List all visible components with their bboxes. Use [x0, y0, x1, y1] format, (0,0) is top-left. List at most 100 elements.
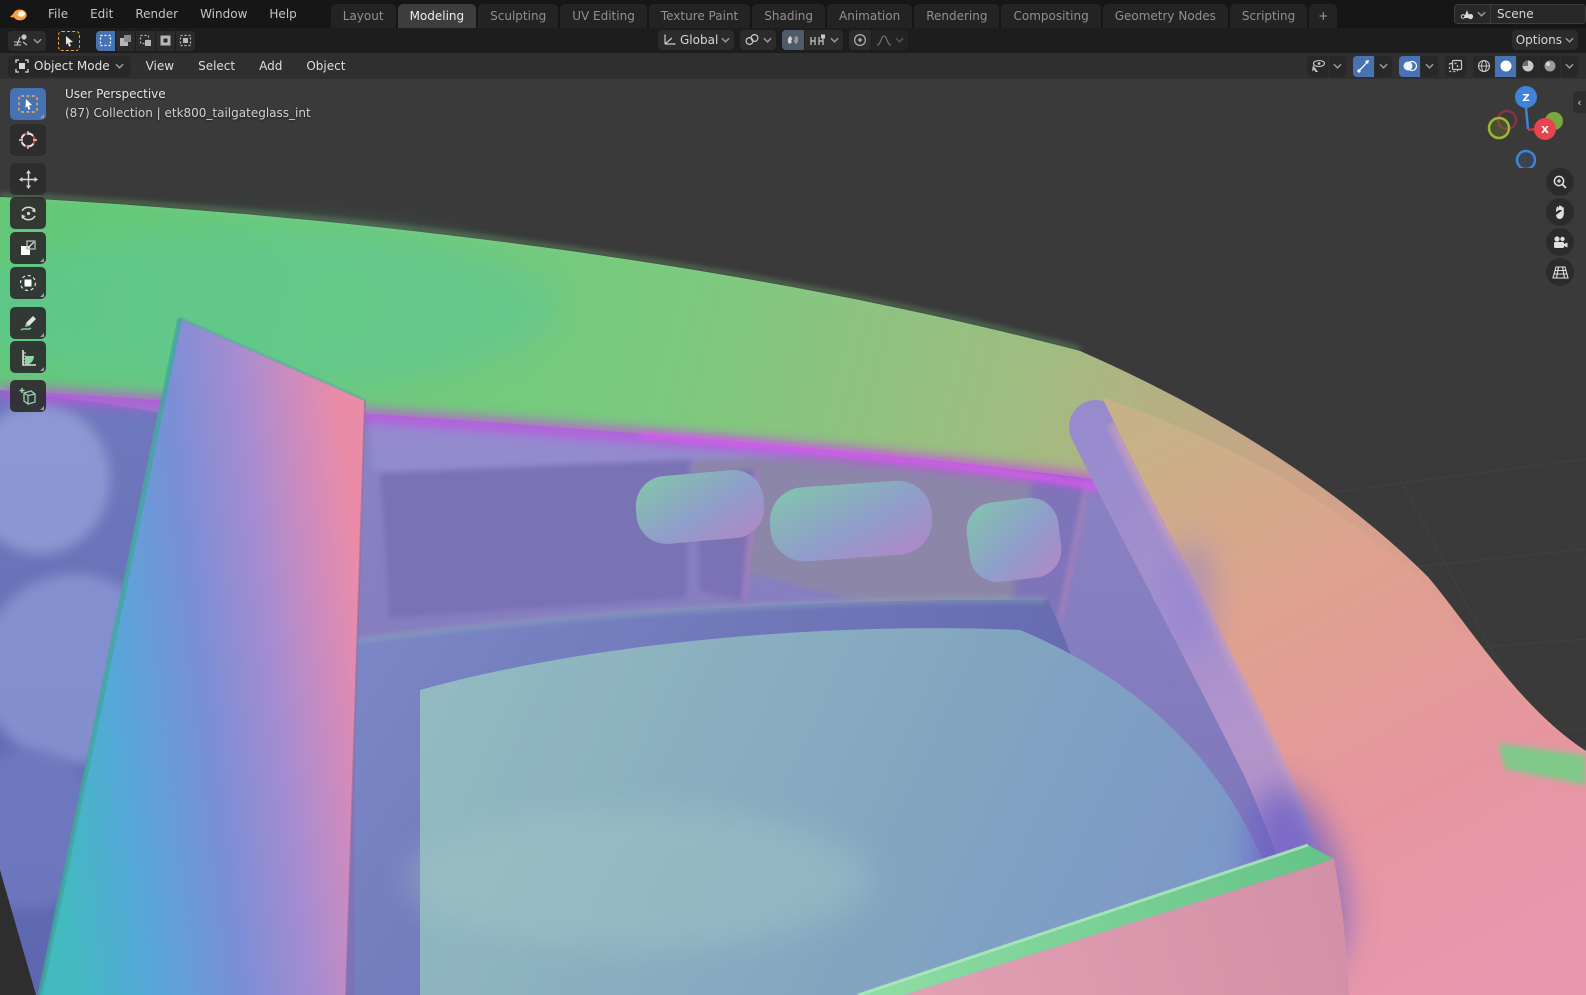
shading-solid-button[interactable] [1495, 55, 1516, 77]
select-mode-extend[interactable] [116, 30, 135, 51]
overlays-dropdown[interactable] [1421, 55, 1438, 77]
options-button[interactable]: Options [1511, 30, 1578, 50]
toggle-orthographic-button[interactable] [1546, 258, 1574, 286]
falloff-curve-icon [877, 34, 892, 46]
show-gizmos-toggle[interactable] [1353, 55, 1374, 77]
scene-name: Scene [1497, 7, 1534, 21]
add-workspace-button[interactable]: + [1309, 4, 1338, 28]
proportional-falloff-selector[interactable] [872, 30, 909, 50]
shading-dropdown[interactable] [1561, 55, 1578, 77]
view-perspective-label: User Perspective [65, 87, 166, 101]
pivot-point-selector[interactable] [740, 30, 777, 50]
tab-sculpting[interactable]: Sculpting [478, 4, 559, 28]
tab-uv-editing[interactable]: UV Editing [560, 4, 647, 28]
tool-annotate[interactable] [10, 307, 46, 339]
viewport-nav-buttons [1546, 168, 1574, 286]
gizmos-dropdown[interactable] [1375, 55, 1392, 77]
transform-orientation-selector[interactable]: Global [658, 30, 735, 50]
tool-scale[interactable] [10, 232, 46, 264]
tab-geometry-nodes[interactable]: Geometry Nodes [1102, 4, 1228, 28]
chevron-down-icon [1565, 37, 1574, 43]
select-mode-subtract[interactable] [136, 30, 155, 51]
editor-type-selector[interactable] [8, 30, 46, 51]
tool-transform[interactable] [10, 267, 46, 299]
measure-icon [21, 349, 36, 366]
add-cube-icon [19, 388, 36, 405]
overlays-group [1399, 55, 1438, 77]
select-mode-set[interactable] [96, 30, 115, 51]
chevron-down-icon [1379, 63, 1388, 69]
rendered-sphere-icon [1544, 60, 1555, 72]
visibility-dropdown[interactable] [1329, 55, 1346, 77]
tab-rendering[interactable]: Rendering [914, 4, 1000, 28]
active-tool-indicator[interactable] [58, 30, 80, 51]
tab-texture-paint[interactable]: Texture Paint [648, 4, 751, 28]
gizmo-icon [1357, 60, 1369, 73]
axis-neg-z-ball[interactable] [1515, 149, 1537, 168]
zoom-button[interactable] [1546, 168, 1574, 196]
mode-selector[interactable]: Object Mode [8, 55, 131, 77]
move-icon [18, 169, 38, 189]
tool-move[interactable] [10, 163, 46, 195]
snap-increment-icon [810, 34, 826, 45]
chevron-down-icon [33, 38, 42, 44]
menu-edit[interactable]: Edit [80, 4, 123, 24]
menu-render[interactable]: Render [125, 4, 188, 24]
shading-rendered-button[interactable] [1539, 55, 1560, 77]
tab-layout[interactable]: Layout [330, 4, 396, 28]
chevron-down-icon [1425, 63, 1434, 69]
menu-help[interactable]: Help [259, 4, 306, 24]
chevron-down-icon [721, 37, 730, 43]
select-mode-intersect[interactable] [176, 30, 195, 51]
tool-add-cube[interactable] [10, 380, 46, 412]
zoom-icon [1553, 175, 1567, 189]
rotate-icon [20, 206, 36, 220]
tool-select-box[interactable] [10, 88, 46, 120]
axis-neg-y-ball[interactable] [1487, 116, 1511, 140]
tool-measure[interactable] [10, 341, 46, 373]
tab-compositing[interactable]: Compositing [1001, 4, 1101, 28]
pivot-point-icon [745, 33, 759, 46]
chevron-down-icon [763, 37, 772, 43]
select-mode-invert[interactable] [156, 30, 175, 51]
scene-selector[interactable]: Scene [1454, 4, 1586, 24]
camera-view-button[interactable] [1546, 228, 1574, 256]
tool-rotate[interactable] [10, 197, 46, 229]
shading-material-button[interactable] [1517, 55, 1538, 77]
hand-icon [1555, 205, 1564, 219]
menu-view[interactable]: View [136, 56, 184, 76]
sidebar-toggle[interactable]: ‹ [1573, 91, 1586, 113]
menu-select[interactable]: Select [189, 56, 245, 76]
navigation-gizmo[interactable]: X Z [1484, 84, 1568, 168]
viewport-header: Object Mode View Select Add Object [0, 53, 1586, 79]
3d-cursor-icon [19, 131, 37, 149]
show-overlays-toggle[interactable] [1399, 55, 1420, 77]
menu-object[interactable]: Object [297, 56, 355, 76]
show-object-types-button[interactable] [1307, 55, 1328, 77]
proportional-edit-toggle[interactable] [849, 30, 872, 50]
toggle-xray-button[interactable] [1445, 55, 1466, 77]
tab-shading[interactable]: Shading [752, 4, 825, 28]
3d-viewport[interactable]: User Perspective (87) Collection | etk80… [0, 79, 1586, 995]
tool-cursor[interactable] [10, 124, 46, 156]
pan-button[interactable] [1546, 198, 1574, 226]
chevron-down-icon [895, 37, 904, 43]
chevron-down-icon [1565, 63, 1574, 69]
proportional-edit-group [849, 30, 909, 50]
mode-label: Object Mode [34, 59, 110, 73]
tab-modeling[interactable]: Modeling [397, 4, 477, 28]
shading-wireframe-button[interactable] [1473, 55, 1494, 77]
menu-file[interactable]: File [38, 4, 78, 24]
overlays-icon [1403, 60, 1417, 72]
snap-with-selector[interactable] [805, 30, 844, 50]
gizmos-group [1353, 55, 1392, 77]
snap-toggle[interactable] [782, 30, 805, 50]
viewport-header-right [1307, 55, 1578, 77]
menu-window[interactable]: Window [190, 4, 257, 24]
menu-add[interactable]: Add [250, 56, 292, 76]
tab-scripting[interactable]: Scripting [1229, 4, 1308, 28]
tab-animation[interactable]: Animation [827, 4, 913, 28]
transform-icon [19, 274, 37, 292]
camera-icon [1553, 235, 1567, 248]
blender-logo-icon[interactable] [8, 5, 30, 23]
